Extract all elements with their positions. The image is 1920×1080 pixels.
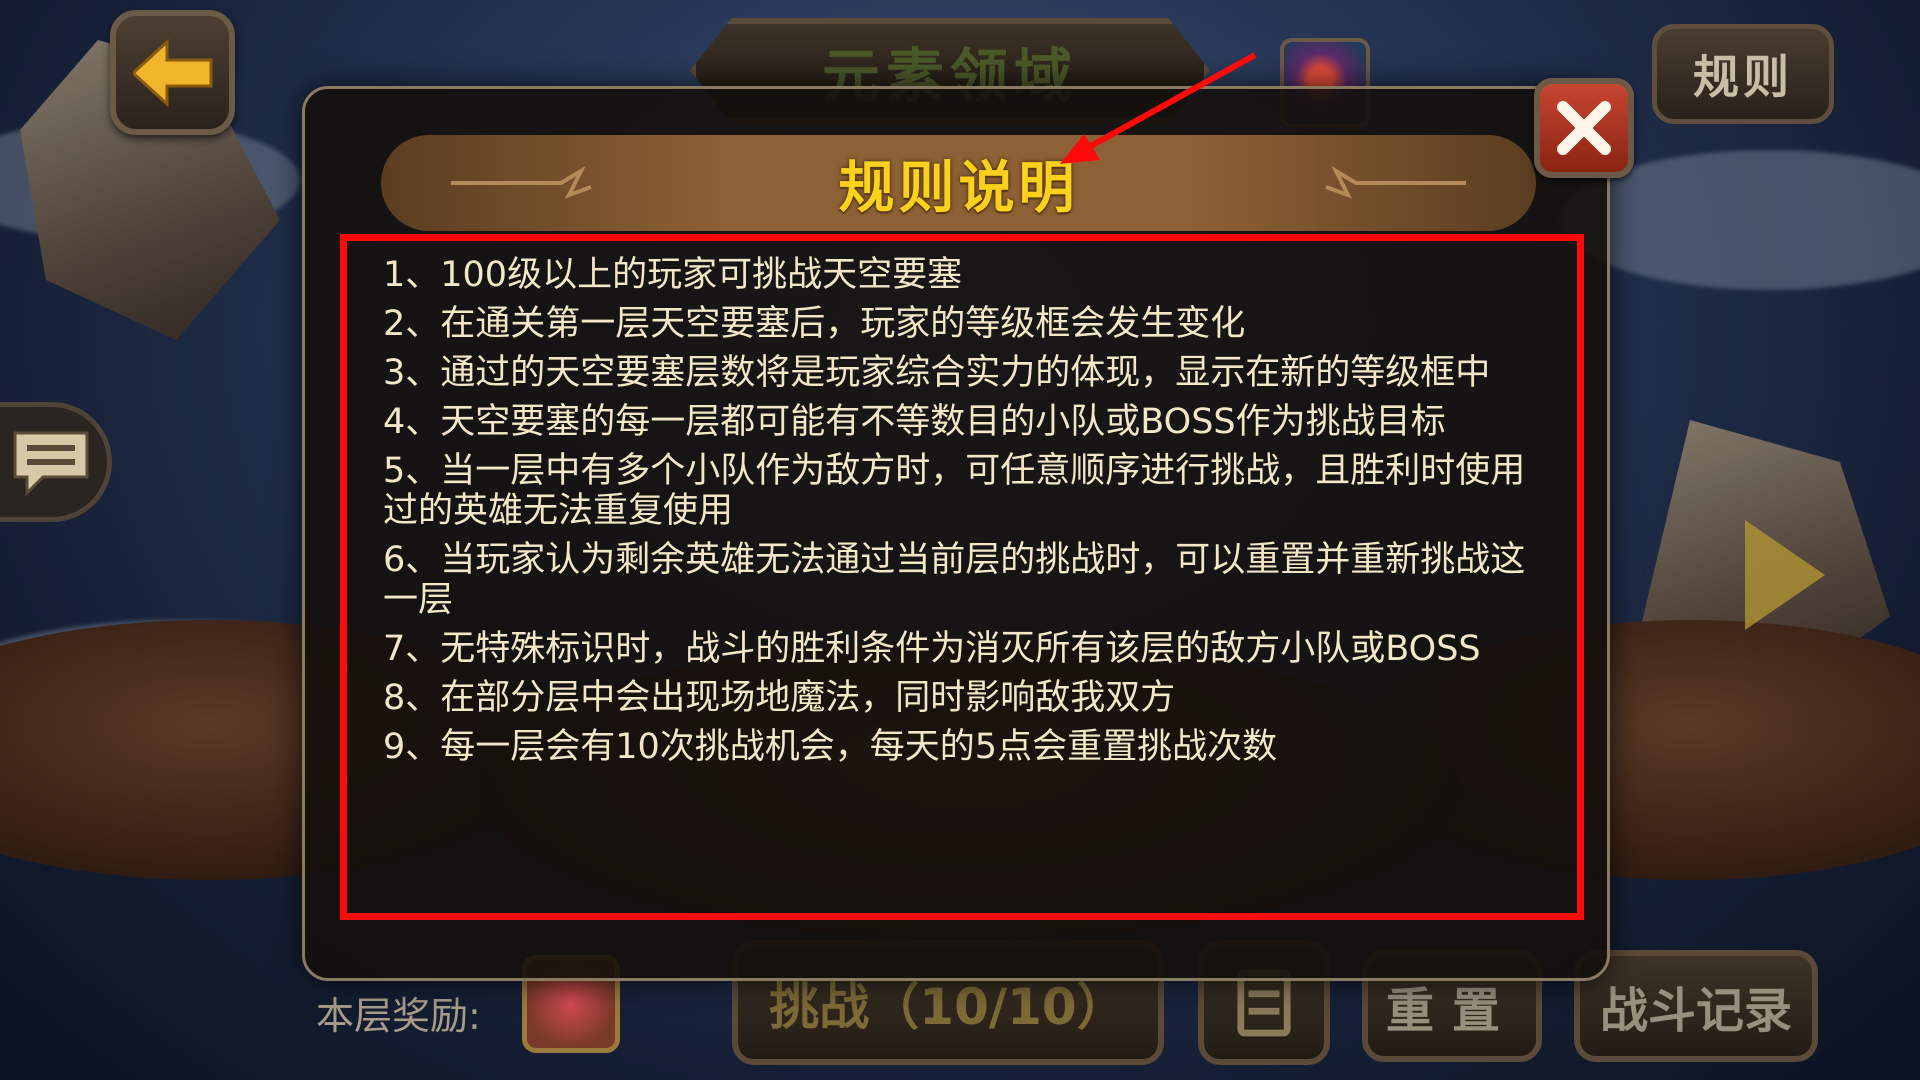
rule-item: 3、通过的天空要塞层数将是玩家综合实力的体现，显示在新的等级框中 [383,353,1491,393]
rules-button[interactable]: 规则 [1652,24,1834,124]
annotation-arrow-icon [1060,52,1257,164]
next-arrow-icon[interactable] [1745,520,1825,630]
back-button[interactable] [110,10,235,135]
close-icon [1557,101,1611,155]
dialog-header: 规则说明 [381,135,1536,231]
rules-list: 1、100级以上的玩家可挑战天空要塞 2、在通关第一层天空要塞后，玩家的等级框会… [340,234,1584,920]
rule-item: 2、在通关第一层天空要塞后，玩家的等级框会发生变化 [383,304,1246,344]
rule-item: 5、当一层中有多个小队作为敌方时，可任意顺序进行挑战，且胜利时使用过的英雄无法重… [383,451,1526,531]
close-button[interactable] [1534,78,1634,178]
back-arrow-icon [132,38,212,107]
header-ornament-icon [1325,165,1466,199]
battle-log-button[interactable]: 战斗记录 [1574,950,1818,1062]
rule-item: 1、100级以上的玩家可挑战天空要塞 [383,255,963,295]
rule-item: 9、每一层会有10次挑战机会，每天的5点会重置挑战次数 [383,727,1278,767]
chat-icon [13,431,89,497]
rule-item: 7、无特殊标识时，战斗的胜利条件为消灭所有该层的敌方小队或BOSS [383,629,1481,669]
rule-item: 4、天空要塞的每一层都可能有不等数目的小队或BOSS作为挑战目标 [383,402,1446,442]
rule-item: 8、在部分层中会出现场地魔法，同时影响敌我双方 [383,678,1176,718]
header-ornament-icon [451,165,592,199]
rule-item: 6、当玩家认为剩余英雄无法通过当前层的挑战时，可以重置并重新挑战这一层 [383,540,1526,620]
reward-label: 本层奖励: [316,994,481,1038]
